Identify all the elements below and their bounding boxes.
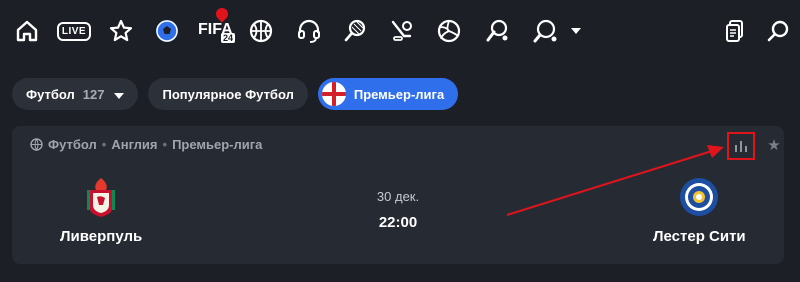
table-tennis-icon[interactable] bbox=[528, 14, 562, 48]
volleyball-icon[interactable] bbox=[432, 14, 466, 48]
cricket-icon[interactable] bbox=[480, 14, 514, 48]
premier-league-label: Премьер-лига bbox=[353, 86, 445, 102]
sport-filter-dropdown[interactable]: Футбол 127 bbox=[12, 78, 139, 110]
england-flag-icon bbox=[321, 82, 346, 106]
bar-chart-icon bbox=[735, 141, 747, 152]
more-chevron-icon[interactable] bbox=[566, 14, 586, 48]
favorite-star-icon[interactable]: ★ bbox=[764, 135, 784, 155]
statistics-button[interactable] bbox=[727, 132, 755, 160]
match-card[interactable]: Футбол • Англия • Премьер-лига ★ Ливерпу… bbox=[12, 126, 784, 264]
fifa-icon[interactable]: FIFA 24 bbox=[196, 5, 238, 52]
fifa-year: 24 bbox=[221, 33, 236, 43]
live-label: LIVE bbox=[56, 21, 92, 41]
football-icon[interactable] bbox=[150, 14, 184, 48]
sport-filter-label: Футбол bbox=[26, 86, 75, 102]
basketball-icon[interactable] bbox=[244, 14, 278, 48]
away-team[interactable]: Лестер Сити bbox=[653, 176, 746, 245]
leicester-crest-icon bbox=[680, 178, 719, 216]
esports-headset-icon[interactable] bbox=[292, 14, 326, 48]
filter-chips: Футбол 127 Популярное Футбол Премьер-лиг… bbox=[12, 78, 459, 110]
breadcrumb-separator: • bbox=[162, 137, 168, 152]
fire-badge-icon bbox=[213, 5, 231, 23]
breadcrumb-country[interactable]: Англия bbox=[111, 137, 157, 152]
search-icon[interactable] bbox=[762, 14, 796, 48]
tennis-icon[interactable] bbox=[338, 14, 372, 48]
top-navigation: LIVE FIFA 24 bbox=[0, 0, 800, 64]
breadcrumb-sport[interactable]: Футбол bbox=[48, 137, 97, 152]
premier-league-chip[interactable]: Премьер-лига bbox=[317, 78, 459, 110]
home-team[interactable]: Ливерпуль bbox=[60, 176, 142, 245]
away-team-name: Лестер Сити bbox=[653, 228, 746, 245]
live-icon[interactable]: LIVE bbox=[56, 14, 92, 48]
popular-football-chip[interactable]: Популярное Футбол bbox=[148, 78, 308, 110]
popular-football-label: Популярное Футбол bbox=[162, 86, 294, 102]
globe-icon bbox=[30, 138, 43, 151]
hockey-icon[interactable] bbox=[384, 14, 418, 48]
breadcrumb-separator: • bbox=[101, 137, 107, 152]
home-icon[interactable] bbox=[10, 14, 44, 48]
star-icon[interactable] bbox=[104, 14, 138, 48]
breadcrumb-league[interactable]: Премьер-лига bbox=[172, 137, 262, 152]
sport-filter-count: 127 bbox=[82, 86, 105, 102]
betslip-icon[interactable] bbox=[718, 14, 752, 48]
chevron-down-icon bbox=[114, 87, 125, 102]
breadcrumb: Футбол • Англия • Премьер-лига bbox=[30, 137, 262, 152]
